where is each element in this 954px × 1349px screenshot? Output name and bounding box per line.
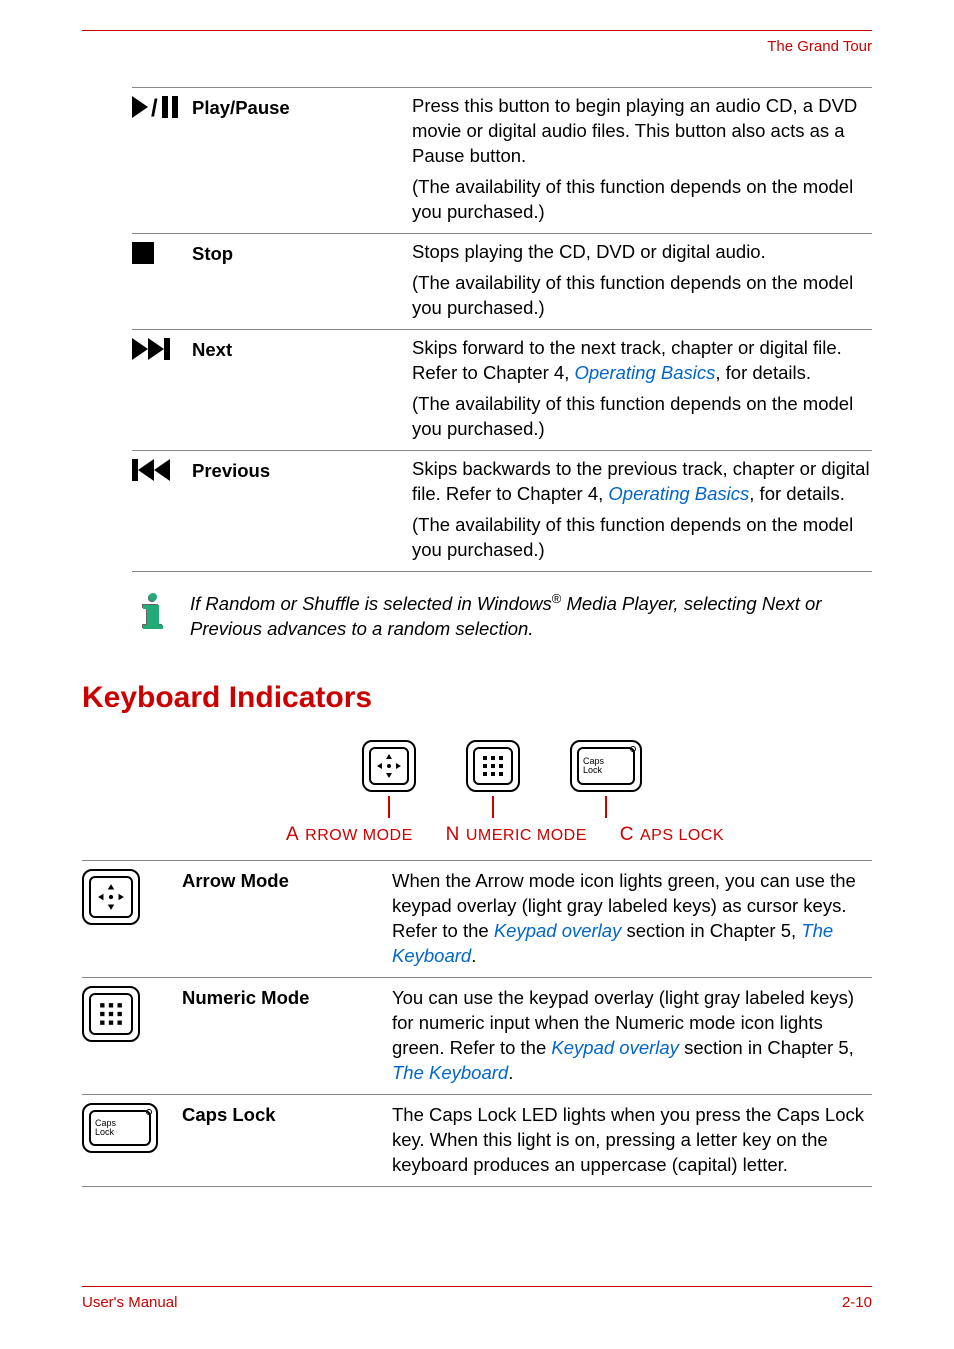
keypad-overlay-link[interactable]: Keypad overlay xyxy=(551,1037,679,1058)
footer-page-number: 2-10 xyxy=(842,1293,872,1313)
stop-row: Stop Stops playing the CD, DVD or digita… xyxy=(132,233,872,329)
numeric-mode-keycap-icon xyxy=(466,740,520,792)
operating-basics-link[interactable]: Operating Basics xyxy=(574,362,715,383)
arrow-mode-key-icon xyxy=(82,869,182,925)
previous-label: Previous xyxy=(192,457,412,563)
next-label: Next xyxy=(192,336,412,442)
svg-text:/: / xyxy=(151,96,158,118)
stop-icon xyxy=(132,240,192,321)
note-block: If Random or Shuffle is selected in Wind… xyxy=(132,590,872,642)
keypad-overlay-link[interactable]: Keypad overlay xyxy=(494,920,622,941)
previous-row: Previous Skips backwards to the previous… xyxy=(132,450,872,572)
arrow-mode-keycap-icon xyxy=(362,740,416,792)
caps-lock-label: Caps Lock xyxy=(182,1103,392,1128)
stop-desc: Stops playing the CD, DVD or digital aud… xyxy=(412,240,872,321)
next-desc: Skips forward to the next track, chapter… xyxy=(412,336,872,442)
numeric-mode-desc: You can use the keypad overlay (light gr… xyxy=(392,986,872,1086)
indicator-figure: CapsLock ARROW MODE NUMERIC MODE CAPS LO… xyxy=(132,740,872,848)
previous-desc: Skips backwards to the previous track, c… xyxy=(412,457,872,563)
play-pause-row: / Play/Pause Press this button to begin … xyxy=(132,87,872,233)
footer-left: User's Manual xyxy=(82,1293,177,1313)
numeric-mode-row: Numeric Mode You can use the keypad over… xyxy=(82,977,872,1094)
play-pause-desc: Press this button to begin playing an au… xyxy=(412,94,872,225)
caps-lock-key-icon: CapsLock xyxy=(82,1103,182,1153)
keyboard-indicators-heading: Keyboard Indicators xyxy=(82,678,872,719)
numeric-mode-label: Numeric Mode xyxy=(182,986,392,1011)
caps-lock-desc: The Caps Lock LED lights when you press … xyxy=(392,1103,872,1178)
stop-label: Stop xyxy=(192,240,412,321)
header-section: The Grand Tour xyxy=(82,37,872,57)
arrow-mode-label: Arrow Mode xyxy=(182,869,392,894)
next-icon xyxy=(132,336,192,442)
info-icon xyxy=(132,590,172,630)
previous-icon xyxy=(132,457,192,563)
note-text: If Random or Shuffle is selected in Wind… xyxy=(190,590,872,642)
play-pause-label: Play/Pause xyxy=(192,94,412,225)
indicator-table: Arrow Mode When the Arrow mode icon ligh… xyxy=(82,860,872,1187)
play-pause-icon: / xyxy=(132,94,192,225)
numeric-mode-key-icon xyxy=(82,986,182,1042)
the-keyboard-link[interactable]: The Keyboard xyxy=(392,1062,508,1083)
arrow-mode-desc: When the Arrow mode icon lights green, y… xyxy=(392,869,872,969)
caps-lock-row: CapsLock Caps Lock The Caps Lock LED lig… xyxy=(82,1094,872,1187)
caps-lock-keycap-icon: CapsLock xyxy=(570,740,642,792)
media-controls-table: / Play/Pause Press this button to begin … xyxy=(132,87,872,572)
arrow-mode-row: Arrow Mode When the Arrow mode icon ligh… xyxy=(82,860,872,977)
next-row: Next Skips forward to the next track, ch… xyxy=(132,329,872,450)
operating-basics-link[interactable]: Operating Basics xyxy=(608,483,749,504)
